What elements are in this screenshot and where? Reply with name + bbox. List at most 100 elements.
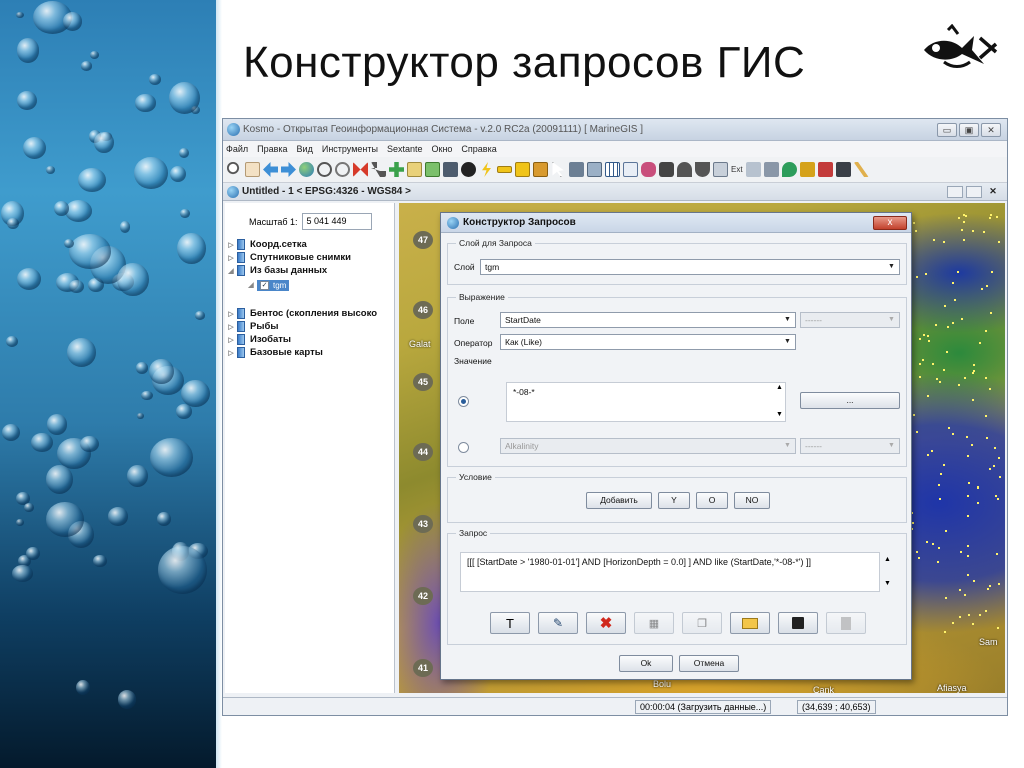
scroll-down-icon[interactable]: ▼ <box>776 411 783 418</box>
menu-tools[interactable]: Инструменты <box>322 144 378 154</box>
minimize-button[interactable]: ▭ <box>937 122 957 137</box>
scroll-up-icon[interactable]: ▲ <box>884 556 891 563</box>
tree-item-basemaps[interactable]: ▷ Базовые карты <box>225 346 394 359</box>
ok-button[interactable]: Ok <box>619 655 673 672</box>
station-marker <box>996 497 999 500</box>
expand-arrow-icon[interactable]: ▷ <box>225 349 237 357</box>
camera-icon[interactable] <box>659 162 674 177</box>
pan-hand-icon[interactable] <box>245 162 260 177</box>
menu-view[interactable]: Вид <box>297 144 313 154</box>
edit-query-button[interactable]: ✎ <box>538 612 578 634</box>
scroll-down-icon[interactable]: ▼ <box>884 580 891 587</box>
tag-icon[interactable] <box>799 162 815 177</box>
printer-icon[interactable] <box>763 162 779 177</box>
layout-icon[interactable] <box>835 162 851 177</box>
undo-icon[interactable] <box>677 162 692 177</box>
zoom-in-icon[interactable] <box>317 162 332 177</box>
doc-globe-icon <box>227 185 239 198</box>
tree-item-satellite[interactable]: ▷ Спутниковые снимки <box>225 251 394 264</box>
field-select[interactable]: StartDate ▼ <box>500 312 796 328</box>
or-button[interactable]: O <box>696 492 728 509</box>
zoom-out-icon[interactable] <box>335 162 350 177</box>
station-marker <box>979 613 982 616</box>
zoom-extent-icon[interactable] <box>353 162 368 177</box>
plugin-icon[interactable] <box>641 162 656 177</box>
forward-arrow-icon[interactable] <box>281 162 296 177</box>
print-icon[interactable] <box>713 162 728 177</box>
edit-doc-icon[interactable] <box>623 162 638 177</box>
expand-arrow-icon[interactable]: ▷ <box>225 336 237 344</box>
open-query-button[interactable] <box>730 612 770 634</box>
table-view-icon[interactable] <box>587 162 602 177</box>
expand-arrow-icon[interactable]: ▷ <box>225 323 237 331</box>
ext-label[interactable]: Ext <box>731 165 743 174</box>
caption-icon[interactable] <box>745 162 761 177</box>
maximize-button[interactable]: ▣ <box>959 122 979 137</box>
menu-help[interactable]: Справка <box>461 144 496 154</box>
close-window-button[interactable]: ✕ <box>981 122 1001 137</box>
expand-arrow-icon[interactable]: ▷ <box>225 254 237 262</box>
tree-item-isobaths[interactable]: ▷ Изобаты <box>225 333 394 346</box>
value-textarea[interactable]: *-08-* <box>506 382 786 422</box>
globe-icon[interactable] <box>299 162 314 177</box>
add-table-icon[interactable] <box>425 162 440 177</box>
tree-item-tgm[interactable]: ◢ ✓ tgm <box>225 277 394 293</box>
select-feature-icon[interactable] <box>569 162 584 177</box>
water-bubble <box>177 232 206 264</box>
not-button[interactable]: NO <box>734 492 770 509</box>
value-text-radio[interactable] <box>458 396 469 407</box>
save-icon[interactable] <box>443 162 458 177</box>
doc-maximize-button[interactable] <box>966 185 982 198</box>
water-bubble <box>119 221 131 233</box>
collapse-arrow-icon[interactable]: ◢ <box>225 267 237 275</box>
browse-values-button[interactable]: ... <box>800 392 900 409</box>
pin-icon[interactable] <box>781 162 797 177</box>
dialog-close-button[interactable]: x <box>873 216 907 230</box>
chevron-down-icon[interactable]: ▼ <box>782 337 793 347</box>
cancel-button[interactable]: Отмена <box>679 655 739 672</box>
measure-icon[interactable] <box>515 162 530 177</box>
tree-item-database[interactable]: ◢ Из базы данных <box>225 264 394 277</box>
box-icon[interactable] <box>533 162 548 177</box>
zoom-icon[interactable] <box>227 162 242 177</box>
chevron-down-icon[interactable]: ▼ <box>782 315 793 325</box>
menu-sextante[interactable]: Sextante <box>387 144 423 154</box>
save-query-button[interactable] <box>778 612 818 634</box>
scale-input[interactable]: 5 041 449 <box>301 213 372 230</box>
doc-minimize-button[interactable] <box>947 185 963 198</box>
tree-item-fish[interactable]: ▷ Рыбы <box>225 320 394 333</box>
clear-query-button[interactable]: T <box>490 612 530 634</box>
redo-icon[interactable] <box>695 162 710 177</box>
ruler-icon[interactable] <box>497 166 512 173</box>
chevron-down-icon[interactable]: ▼ <box>886 262 897 272</box>
scroll-up-icon[interactable]: ▲ <box>776 384 783 391</box>
tree-item-benthos[interactable]: ▷ Бентос (скопления высоко <box>225 307 394 320</box>
delete-query-button[interactable]: ✖ <box>586 612 626 634</box>
grid-icon[interactable] <box>605 162 620 177</box>
expand-arrow-icon[interactable]: ▷ <box>225 241 237 249</box>
back-arrow-icon[interactable] <box>263 162 278 177</box>
style-icon[interactable] <box>817 162 833 177</box>
add-layer-icon[interactable] <box>389 162 404 177</box>
lightning-icon[interactable] <box>482 162 491 177</box>
menu-edit[interactable]: Правка <box>257 144 287 154</box>
value-field-radio[interactable] <box>458 442 469 453</box>
query-textarea[interactable]: [[[ [StartDate > '1980-01-01'] AND [Hori… <box>460 552 880 592</box>
coordinate-icon[interactable] <box>371 162 386 177</box>
tree-item-coord-grid[interactable]: ▷ Коорд.сетка <box>225 238 394 251</box>
info-icon[interactable] <box>461 162 476 177</box>
operator-select[interactable]: Как (Like) ▼ <box>500 334 796 350</box>
menu-window[interactable]: Окно <box>432 144 453 154</box>
add-ide-icon[interactable] <box>407 162 422 177</box>
select-arrow-icon[interactable] <box>552 162 564 177</box>
and-button[interactable]: Y <box>658 492 690 509</box>
broom-icon[interactable] <box>853 162 869 177</box>
selected-layer[interactable]: ✓ tgm <box>257 279 290 291</box>
menu-file[interactable]: Файл <box>226 144 248 154</box>
expand-arrow-icon[interactable]: ▷ <box>225 310 237 318</box>
layer-select[interactable]: tgm ▼ <box>480 259 900 275</box>
collapse-arrow-icon[interactable]: ◢ <box>245 281 257 289</box>
layer-visible-checkbox[interactable]: ✓ <box>260 280 269 290</box>
doc-close-button[interactable]: ✕ <box>985 186 1001 198</box>
add-condition-button[interactable]: Добавить <box>586 492 652 509</box>
